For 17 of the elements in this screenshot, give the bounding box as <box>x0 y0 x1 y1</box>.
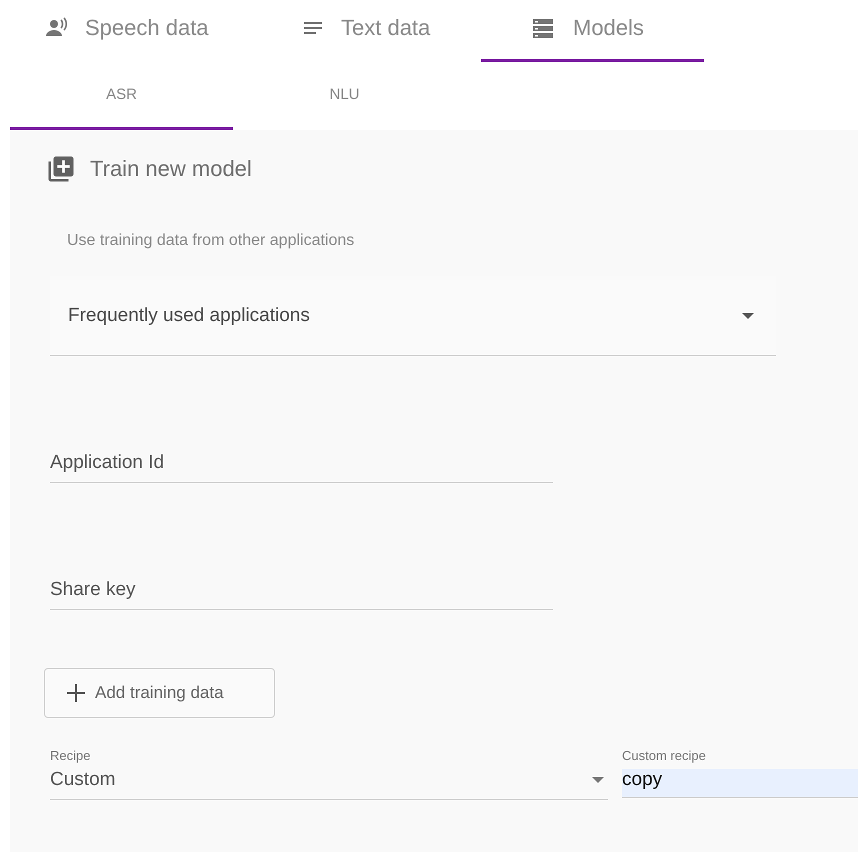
add-training-data-button[interactable]: Add training data <box>44 668 275 718</box>
field-label: Use training data from other applications <box>67 232 356 250</box>
dropdown-caret-icon <box>742 312 754 318</box>
field-label: Custom recipe <box>622 748 707 763</box>
share-key-field[interactable]: Share key <box>50 579 553 610</box>
tab[interactable]: Text data <box>301 0 481 62</box>
section-title: Train new model <box>90 156 252 182</box>
tab[interactable]: Models <box>481 0 704 62</box>
recipe-dropdown[interactable]: Custom <box>50 769 608 800</box>
dropdown-caret-icon <box>592 777 604 783</box>
tab[interactable]: Speech data <box>45 0 301 62</box>
add-library-icon <box>46 154 76 184</box>
field-label: Recipe <box>50 748 92 763</box>
plus-icon <box>67 684 85 702</box>
tab[interactable]: NLU <box>233 62 456 130</box>
application-id-field[interactable]: Application Id <box>50 452 553 483</box>
custom-recipe-field[interactable]: copy <box>622 769 858 798</box>
